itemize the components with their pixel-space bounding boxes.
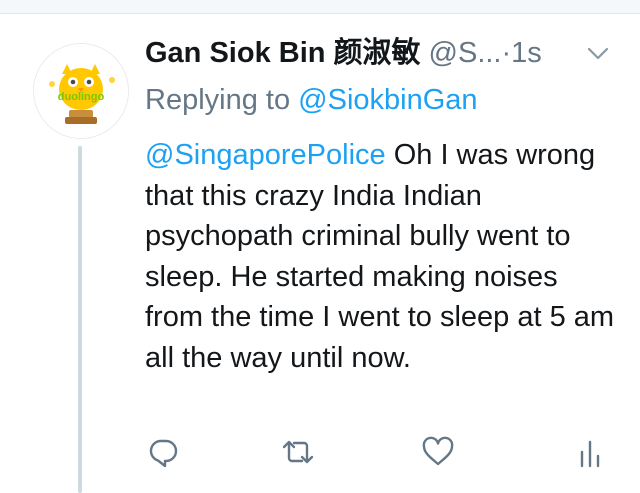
analytics-icon [580, 440, 600, 468]
top-divider [0, 0, 640, 14]
analytics-button[interactable] [572, 432, 608, 472]
tweet-text: @SingaporePolice Oh I was wrong that thi… [145, 135, 615, 378]
like-button[interactable] [420, 432, 456, 472]
retweet-button[interactable] [280, 432, 316, 472]
action-bar [145, 432, 615, 472]
heart-icon [422, 436, 454, 466]
user-handle[interactable]: @S... [429, 37, 502, 69]
reply-icon [149, 439, 178, 468]
tweet-body: Oh I was wrong that this crazy India Ind… [145, 139, 615, 374]
replying-prefix: Replying to [145, 84, 291, 116]
display-name[interactable]: Gan Siok Bin 颜淑敏 [145, 37, 421, 69]
reply-button[interactable] [145, 432, 181, 472]
retweet-icon [282, 440, 314, 464]
tweet-menu-button[interactable] [585, 40, 611, 66]
separator-dot: · [501, 37, 512, 69]
replying-to: Replying to @SiokbinGan [145, 80, 478, 120]
replying-handle-link[interactable]: @SiokbinGan [298, 84, 477, 116]
tweet-header: Gan Siok Bin 颜淑敏 @S...·1s [145, 33, 615, 73]
avatar-label: duolingo [57, 91, 105, 103]
mention-link[interactable]: @SingaporePolice [145, 139, 386, 171]
avatar[interactable]: duolingo [33, 43, 129, 139]
thread-line [78, 146, 82, 493]
chevron-down-icon [587, 47, 609, 60]
timestamp[interactable]: 1s [511, 37, 542, 69]
